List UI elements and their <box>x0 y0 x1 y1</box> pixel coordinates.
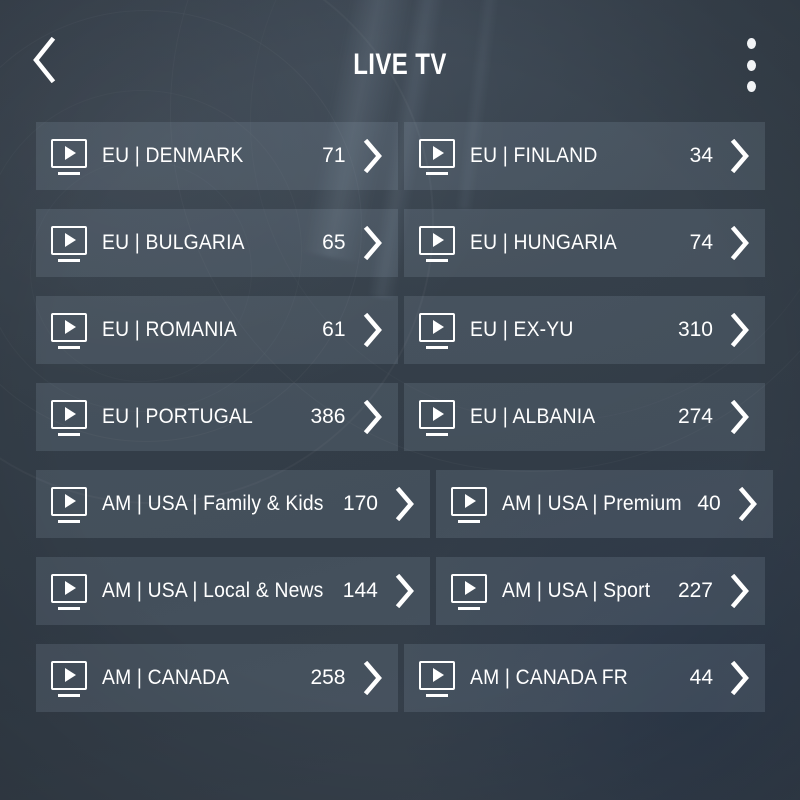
category-tile[interactable]: EU | BULGARIA 65 <box>36 209 398 277</box>
tv-play-icon <box>450 572 488 610</box>
category-count: 227 <box>677 579 713 602</box>
chevron-right-icon <box>362 138 384 174</box>
tv-play-icon <box>418 137 456 175</box>
category-label: EU | ALBANIA <box>469 405 595 428</box>
page-title: LIVE TV <box>353 48 447 81</box>
category-tile[interactable]: EU | ROMANIA 61 <box>36 296 398 364</box>
category-label: EU | PORTUGAL <box>102 405 253 428</box>
tv-play-icon <box>418 224 456 262</box>
category-count: 258 <box>310 666 346 689</box>
overflow-menu-dot <box>746 38 756 49</box>
chevron-right-icon <box>729 660 751 696</box>
category-count: 170 <box>342 492 378 515</box>
chevron-left-icon <box>29 36 59 88</box>
category-tile[interactable]: EU | ALBANIA 274 <box>403 383 765 451</box>
category-label: AM | USA | Family & Kids <box>102 492 324 515</box>
chevron-right-icon <box>729 312 751 348</box>
chevron-right-icon <box>394 573 416 609</box>
category-list: EU | DENMARK 71 EU | FINLAND 34 EU | BUL… <box>36 122 773 731</box>
chevron-right-icon <box>362 399 384 435</box>
category-count: 34 <box>689 144 713 167</box>
category-tile[interactable]: AM | USA | Premium 40 <box>435 470 773 538</box>
category-label: EU | EX-YU <box>469 318 573 341</box>
tv-play-icon <box>418 659 456 697</box>
category-label: EU | FINLAND <box>469 144 597 167</box>
category-tile[interactable]: AM | USA | Family & Kids 170 <box>36 470 430 538</box>
tv-play-icon <box>50 224 88 262</box>
category-tile[interactable]: EU | HUNGARIA 74 <box>403 209 765 277</box>
category-tile[interactable]: AM | USA | Local & News 144 <box>36 557 430 625</box>
category-label: AM | CANADA FR <box>469 666 628 689</box>
tv-play-icon <box>450 485 488 523</box>
app-header: LIVE TV <box>0 0 800 112</box>
list-row: AM | CANADA 258 AM | CANADA FR 44 <box>36 644 765 712</box>
chevron-right-icon <box>362 660 384 696</box>
chevron-right-icon <box>729 573 751 609</box>
category-tile[interactable]: AM | CANADA FR 44 <box>403 644 765 712</box>
tv-play-icon <box>50 485 88 523</box>
back-button[interactable] <box>20 36 68 88</box>
chevron-right-icon <box>729 399 751 435</box>
category-tile[interactable]: EU | PORTUGAL 386 <box>36 383 398 451</box>
category-label: AM | USA | Local & News <box>102 579 324 602</box>
category-tile[interactable]: EU | EX-YU 310 <box>403 296 765 364</box>
chevron-right-icon <box>394 486 416 522</box>
category-tile[interactable]: AM | CANADA 258 <box>36 644 398 712</box>
list-row: EU | BULGARIA 65 EU | HUNGARIA 74 <box>36 209 765 277</box>
overflow-menu-button[interactable] <box>729 34 773 96</box>
category-tile[interactable]: EU | FINLAND 34 <box>403 122 765 190</box>
category-count: 44 <box>689 666 713 689</box>
tv-play-icon <box>50 137 88 175</box>
tv-play-icon <box>50 572 88 610</box>
category-count: 310 <box>677 318 713 341</box>
list-row: AM | USA | Family & Kids 170 AM | USA | … <box>36 470 773 538</box>
tv-play-icon <box>50 398 88 436</box>
category-count: 144 <box>342 579 378 602</box>
tv-play-icon <box>50 311 88 349</box>
chevron-right-icon <box>362 312 384 348</box>
list-row: EU | ROMANIA 61 EU | EX-YU 310 <box>36 296 765 364</box>
category-count: 40 <box>697 492 721 515</box>
category-count: 274 <box>677 405 713 428</box>
category-tile[interactable]: EU | DENMARK 71 <box>36 122 398 190</box>
list-row: AM | USA | Local & News 144 AM | USA | S… <box>36 557 765 625</box>
category-label: AM | USA | Sport <box>501 579 651 602</box>
category-label: AM | CANADA <box>102 666 230 689</box>
tv-play-icon <box>418 398 456 436</box>
chevron-right-icon <box>362 225 384 261</box>
category-label: EU | ROMANIA <box>102 318 237 341</box>
overflow-menu-dot <box>746 81 756 92</box>
chevron-right-icon <box>737 486 759 522</box>
category-count: 71 <box>322 144 346 167</box>
category-count: 61 <box>322 318 346 341</box>
overflow-menu-dot <box>746 59 756 71</box>
category-label: AM | USA | Premium <box>501 492 682 515</box>
tv-play-icon <box>418 311 456 349</box>
tv-play-icon <box>50 659 88 697</box>
category-tile[interactable]: AM | USA | Sport 227 <box>435 557 765 625</box>
category-count: 65 <box>322 231 346 254</box>
chevron-right-icon <box>729 225 751 261</box>
chevron-right-icon <box>729 138 751 174</box>
category-label: EU | DENMARK <box>102 144 244 167</box>
list-row: EU | DENMARK 71 EU | FINLAND 34 <box>36 122 765 190</box>
category-label: EU | BULGARIA <box>102 231 245 254</box>
list-row: EU | PORTUGAL 386 EU | ALBANIA 274 <box>36 383 765 451</box>
category-count: 74 <box>689 231 713 254</box>
category-label: EU | HUNGARIA <box>469 231 617 254</box>
category-count: 386 <box>310 405 346 428</box>
